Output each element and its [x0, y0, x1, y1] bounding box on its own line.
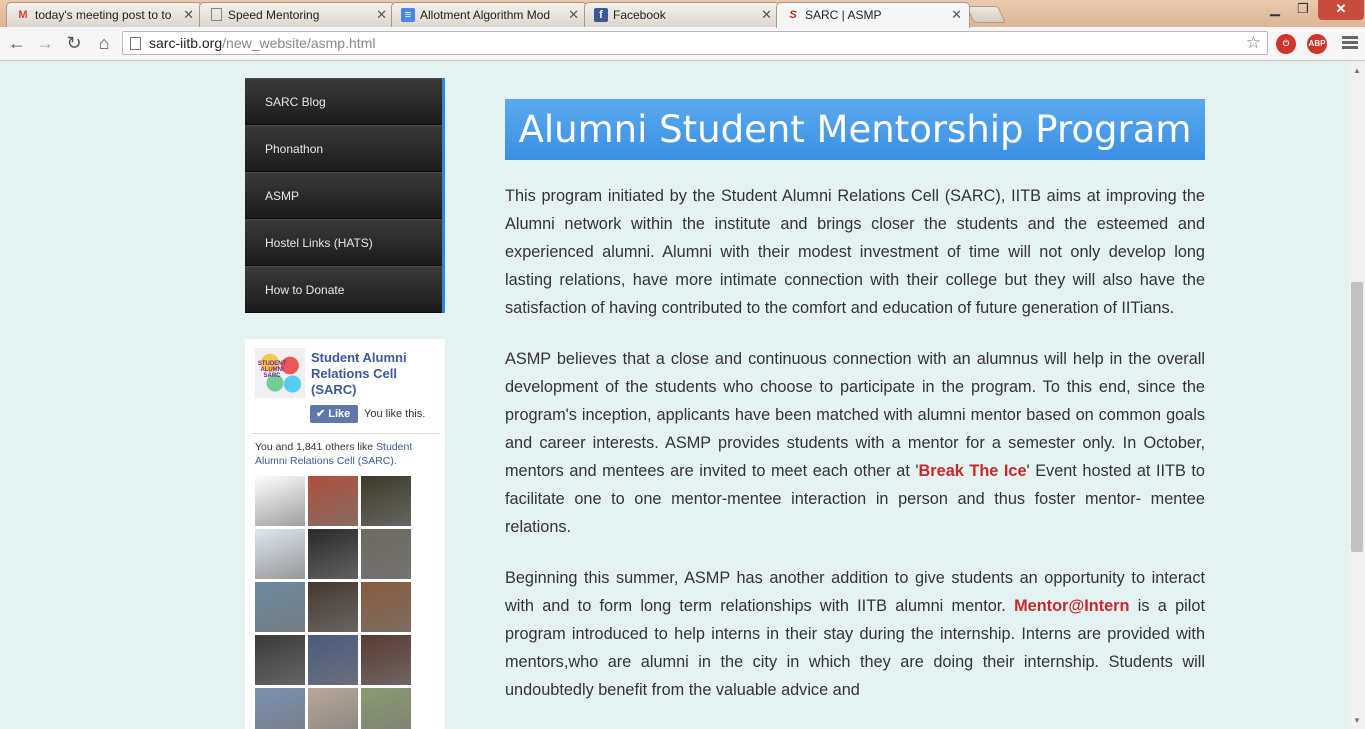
vertical-scrollbar[interactable]: ▲ ▼ [1349, 62, 1365, 729]
fan-avatar[interactable] [308, 582, 358, 632]
side-navigation: SARC Blog Phonathon ASMP Hostel Links (H… [245, 78, 445, 313]
sarc-icon: S [789, 9, 797, 21]
address-bar[interactable]: sarc-iitb.org/new_website/asmp.html ☆ [122, 31, 1268, 55]
intro-paragraph: This program initiated by the Student Al… [505, 187, 1205, 317]
fan-avatar[interactable] [308, 529, 358, 579]
fan-avatar[interactable] [255, 476, 305, 526]
tab-sarc-asmp[interactable]: S SARC | ASMP ✕ [776, 2, 970, 28]
tab-speed-mentoring[interactable]: Speed Mentoring ✕ [199, 2, 395, 27]
sidebar-item-asmp[interactable]: ASMP [245, 172, 442, 219]
scrollbar-thumb[interactable] [1351, 282, 1363, 552]
fan-avatar[interactable] [308, 476, 358, 526]
tab-allotment[interactable]: ≡ Allotment Algorithm Mod ✕ [391, 2, 587, 27]
fan-avatar[interactable] [255, 688, 305, 729]
main-content: Alumni Student Mentorship Program This p… [505, 99, 1205, 704]
fan-avatar[interactable] [255, 582, 305, 632]
close-icon[interactable]: ✕ [568, 7, 579, 23]
fan-avatar[interactable] [255, 529, 305, 579]
url-path: /new_website/asmp.html [222, 35, 376, 51]
fan-avatar[interactable] [361, 635, 411, 685]
fan-avatar[interactable] [308, 635, 358, 685]
close-icon[interactable]: ✕ [951, 7, 962, 23]
tab-strip: M today's meeting post to to ✕ Speed Men… [0, 0, 1365, 28]
likes-prefix: You and 1,841 others like [255, 441, 377, 453]
scroll-up-icon[interactable]: ▲ [1353, 66, 1361, 75]
home-icon[interactable]: ⌂ [92, 32, 116, 56]
close-icon[interactable]: ✕ [761, 7, 772, 23]
page-info-icon [130, 37, 141, 50]
tab-facebook[interactable]: f Facebook ✕ [584, 2, 780, 27]
like-label: Like [328, 408, 351, 420]
power-extension-icon[interactable]: ⏻ [1276, 34, 1296, 54]
fan-avatar[interactable] [308, 688, 358, 729]
back-arrow-icon[interactable]: ← [5, 32, 29, 56]
page-title: Alumni Student Mentorship Program [505, 99, 1205, 160]
sidebar-item-hostel-links[interactable]: Hostel Links (HATS) [245, 219, 442, 266]
bookmark-star-icon[interactable]: ☆ [1246, 32, 1261, 54]
browser-toolbar: ← → ↻ ⌂ sarc-iitb.org/new_website/asmp.h… [0, 27, 1365, 61]
break-the-ice-link[interactable]: Break The Ice [919, 462, 1027, 480]
adblock-extension-icon[interactable]: ABP [1307, 34, 1327, 54]
fb-you-like-text: You like this. [364, 408, 426, 420]
tab-title: SARC | ASMP [805, 8, 882, 22]
sarc-logo-text: STUDENT ALUMNI SARC [257, 361, 287, 379]
sidebar-item-sarc-blog[interactable]: SARC Blog [245, 78, 442, 125]
fb-page-name[interactable]: Student Alumni Relations Cell (SARC) [311, 350, 436, 398]
fan-avatar[interactable] [361, 476, 411, 526]
asmp-paragraph: ASMP believes that a close and continuou… [505, 345, 1205, 541]
docs-icon: ≡ [401, 8, 415, 22]
tab-gmail[interactable]: M today's meeting post to to ✕ [6, 2, 202, 27]
page-icon [211, 8, 222, 21]
close-icon[interactable]: ✕ [183, 7, 194, 23]
fan-avatar[interactable] [361, 529, 411, 579]
tab-title: Facebook [613, 8, 666, 22]
fb-like-button[interactable]: ✔ Like [310, 405, 358, 423]
tab-title: Speed Mentoring [228, 8, 320, 22]
asmp-text-a: ASMP believes that a close and continuou… [505, 350, 1205, 480]
forward-arrow-icon[interactable]: → [33, 32, 57, 56]
window-close-icon[interactable]: ✕ [1318, 0, 1364, 20]
facebook-icon: f [594, 8, 608, 22]
tab-title: today's meeting post to to [35, 8, 172, 22]
fan-avatar[interactable] [361, 688, 411, 729]
mentor-intern-link[interactable]: Mentor@Intern [1014, 597, 1129, 615]
chrome-menu-icon[interactable] [1342, 36, 1358, 50]
mentor-intern-paragraph: Beginning this summer, ASMP has another … [505, 564, 1205, 704]
tab-title: Allotment Algorithm Mod [420, 8, 551, 22]
fan-avatar[interactable] [255, 635, 305, 685]
new-tab-button[interactable] [966, 6, 1006, 23]
close-icon[interactable]: ✕ [376, 7, 387, 23]
reload-icon[interactable]: ↻ [62, 32, 86, 56]
page-viewport: SARC Blog Phonathon ASMP Hostel Links (H… [0, 62, 1349, 729]
divider [251, 433, 439, 434]
minimize-icon[interactable]: ▁ [1262, 0, 1288, 20]
url-host: sarc-iitb.org [149, 35, 223, 51]
sidebar-item-phonathon[interactable]: Phonathon [245, 125, 442, 172]
sidebar-item-how-to-donate[interactable]: How to Donate [245, 266, 442, 313]
restore-icon[interactable]: ❐ [1290, 0, 1316, 20]
gmail-icon: M [18, 9, 28, 21]
fan-avatar[interactable] [361, 582, 411, 632]
scroll-down-icon[interactable]: ▼ [1353, 716, 1361, 725]
facebook-like-box: STUDENT ALUMNI SARC Student Alumni Relat… [245, 339, 445, 729]
fb-likes-count: You and 1,841 others like Student Alumni… [255, 440, 440, 468]
